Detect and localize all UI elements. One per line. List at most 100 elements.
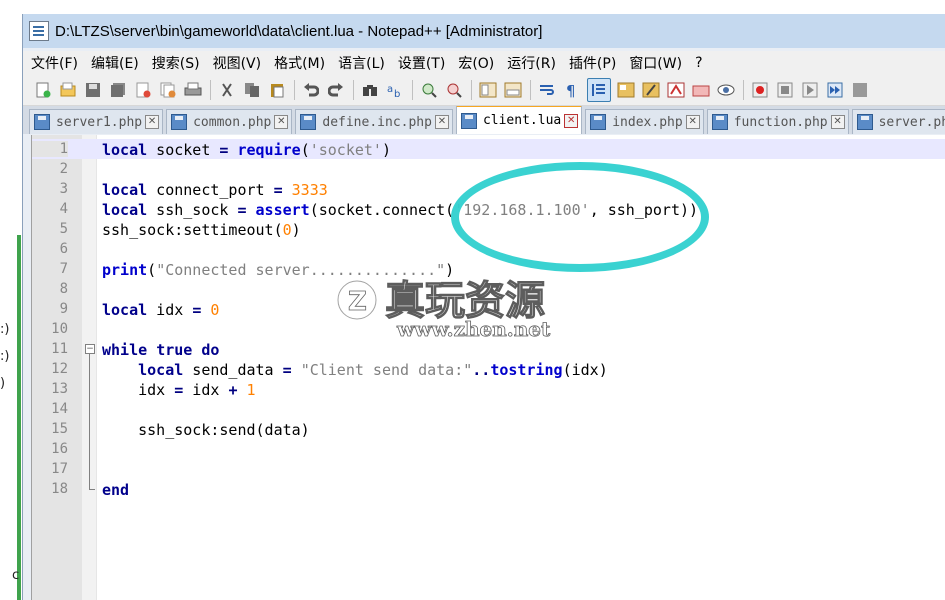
tab-common-php[interactable]: common.php ✕ [166,109,293,134]
line-number: 9 [59,301,68,317]
tab-close-icon[interactable]: ✕ [830,115,845,129]
code-line[interactable]: 1 local socket = require('socket') [32,139,945,159]
highlight-ellipse-annotation [451,162,709,272]
tab-close-icon[interactable]: ✕ [564,113,579,128]
menu-edit[interactable]: 编辑(E) [91,53,139,73]
menu-language[interactable]: 语言(L) [338,53,385,73]
line-number: 1 [32,141,68,157]
line-number: 7 [59,261,68,277]
tab-server1-php[interactable]: server1.php ✕ [29,109,164,134]
tab-close-icon[interactable]: ✕ [685,115,700,129]
tab-function-php[interactable]: function.php ✕ [706,109,849,134]
doc-map-icon[interactable] [616,80,636,100]
menu-file[interactable]: 文件(F) [31,53,78,73]
tab-close-icon[interactable]: ✕ [434,115,449,129]
save-icon[interactable] [83,80,103,100]
menu-plugins[interactable]: 插件(P) [569,53,616,73]
code-line[interactable]: 2 [32,159,945,179]
code-text: local socket = require('socket') [102,141,391,159]
code-line[interactable]: 17 [32,459,945,479]
code-line[interactable]: 18 end [32,479,945,499]
zoom-in-icon[interactable] [419,80,439,100]
code-text: ssh_sock:send(data) [138,421,310,439]
file-save-state-icon [34,114,50,130]
code-line[interactable]: 16 [32,439,945,459]
close-all-icon[interactable] [158,80,178,100]
tab-client-lua[interactable]: client.lua ✕ [455,106,583,134]
tab-server-php[interactable]: server.ph [851,109,945,134]
menu-settings[interactable]: 设置(T) [398,53,445,73]
menu-view[interactable]: 视图(V) [213,53,262,73]
tab-define-inc-php[interactable]: define.inc.php ✕ [295,109,453,134]
toolbar-separator [353,80,354,100]
fold-guide-line [89,353,90,489]
save-macro-icon[interactable] [850,80,870,100]
redo-icon[interactable] [326,80,346,100]
word-wrap-icon[interactable] [537,80,557,100]
copy-icon[interactable] [242,80,262,100]
file-save-state-icon [300,114,317,130]
tab-label: define.inc.php [322,114,432,130]
desktop-text-fragment: ) [0,376,6,391]
new-file-icon[interactable] [33,80,53,100]
menu-window[interactable]: 窗口(W) [629,53,682,73]
open-file-icon[interactable] [58,80,78,100]
replace-icon[interactable]: ab [385,80,405,100]
folder-workspace-icon[interactable] [666,80,686,100]
save-all-icon[interactable] [108,80,128,100]
line-number: 8 [59,281,68,297]
toolbar-separator [743,80,744,100]
menu-run[interactable]: 运行(R) [507,53,556,73]
svg-text:¶: ¶ [566,82,576,98]
cut-icon[interactable] [217,80,237,100]
stop-macro-icon[interactable] [775,80,795,100]
sync-vertical-icon[interactable] [478,80,498,100]
code-line[interactable]: 13 idx = idx + 1 [32,379,945,399]
line-number: 3 [59,181,68,197]
watermark-logo-icon: Z [335,278,379,322]
show-all-chars-icon[interactable]: ¶ [562,80,582,100]
play-macro-icon[interactable] [800,80,820,100]
line-number: 14 [51,401,68,417]
menu-help[interactable]: ? [695,55,702,71]
svg-text:b: b [394,89,400,98]
sync-horizontal-icon[interactable] [503,80,523,100]
tab-close-icon[interactable]: ✕ [274,115,289,129]
watermark-url: www.zhen.net [396,317,551,341]
print-icon[interactable] [183,80,203,100]
monitor-icon[interactable] [691,80,711,100]
close-icon[interactable] [133,80,153,100]
menu-search[interactable]: 搜索(S) [152,53,200,73]
code-text: end [102,481,130,499]
file-save-state-icon [590,114,607,130]
line-number: 11 [51,341,68,357]
menu-macro[interactable]: 宏(O) [458,53,494,73]
record-macro-icon[interactable] [750,80,770,100]
window-title: D:\LTZS\server\bin\gameworld\data\client… [55,22,543,40]
desktop-text-fragment: c [12,568,20,583]
menu-format[interactable]: 格式(M) [274,53,325,73]
toolbar: ab ¶ [23,75,945,106]
zoom-out-icon[interactable] [444,80,464,100]
tab-index-php[interactable]: index.php ✕ [585,109,704,134]
toolbar-separator [210,80,211,100]
indent-guide-icon[interactable] [587,78,611,102]
view-icon[interactable] [716,80,736,100]
fold-toggle-icon[interactable]: − [85,344,95,354]
title-bar[interactable]: D:\LTZS\server\bin\gameworld\data\client… [23,14,945,48]
notepadpp-app-icon[interactable] [29,21,49,41]
undo-icon[interactable] [301,80,321,100]
paste-icon[interactable] [267,80,287,100]
run-macro-multiple-icon[interactable] [825,80,845,100]
code-line[interactable]: 14 [32,399,945,419]
function-list-icon[interactable] [641,80,661,100]
code-line[interactable]: 15 ssh_sock:send(data) [32,419,945,439]
find-icon[interactable] [360,80,380,100]
toolbar-separator [471,80,472,100]
line-number: 12 [51,361,68,377]
desktop-text-fragment: :) [0,349,10,364]
menu-bar: 文件(F) 编辑(E) 搜索(S) 视图(V) 格式(M) 语言(L) 设置(T… [23,51,945,75]
tab-label: server1.php [56,114,143,130]
code-line[interactable]: 12 local send_data = "Client send data:"… [32,359,945,379]
tab-close-icon[interactable]: ✕ [145,115,160,129]
